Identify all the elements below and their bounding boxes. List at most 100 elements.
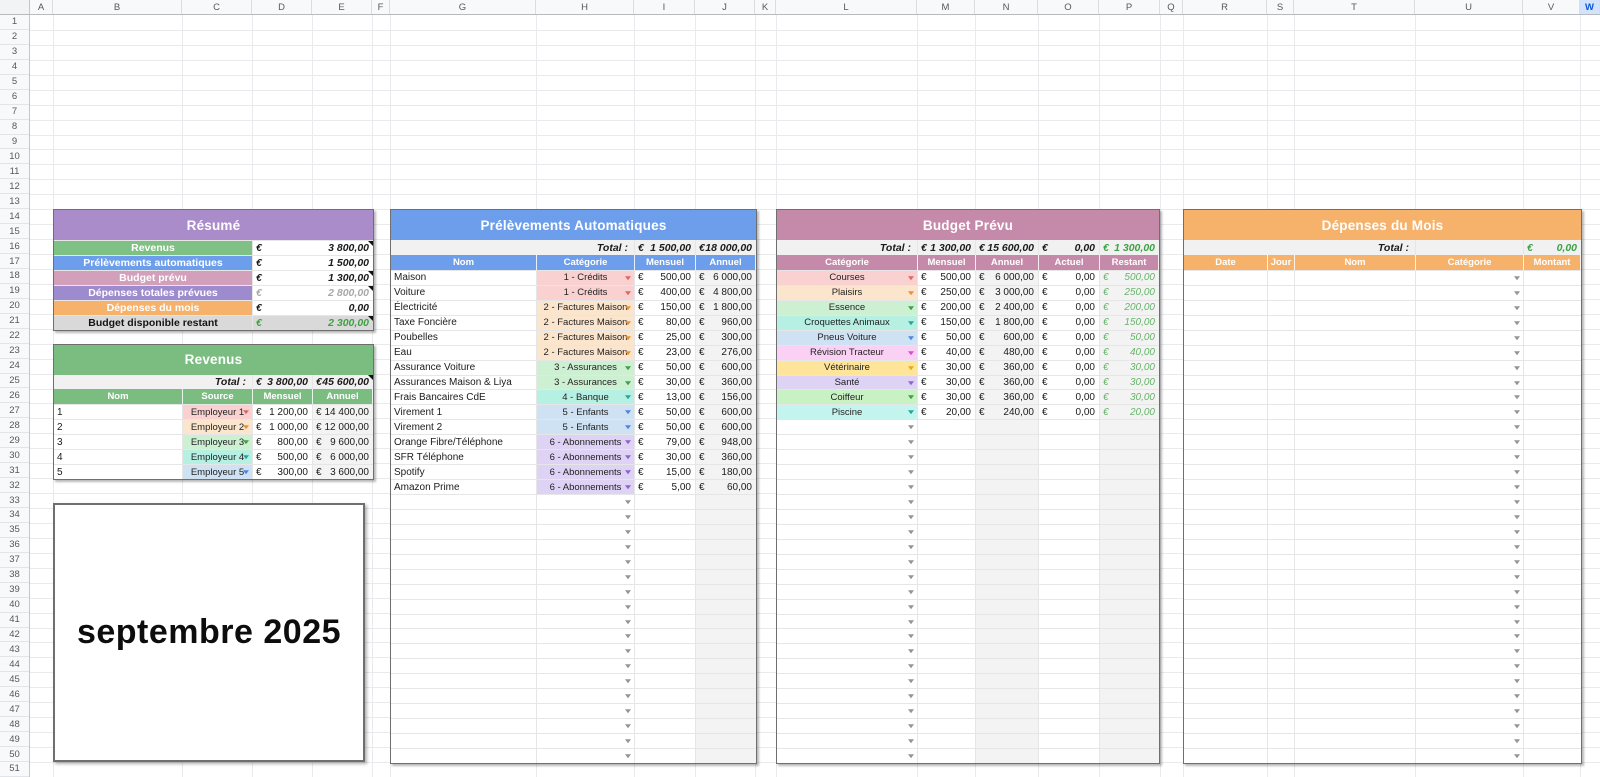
empty-cell[interactable] [1100,480,1159,495]
row-header-42[interactable]: 42 [0,628,29,643]
row-header-26[interactable]: 26 [0,389,29,404]
row-header-49[interactable]: 49 [0,732,29,748]
montant-cell[interactable] [1524,450,1581,464]
montant-cell[interactable] [1524,420,1581,434]
column-header-J[interactable]: J [695,0,755,14]
dropdown-arrow-icon[interactable] [1514,335,1520,340]
row-header-23[interactable]: 23 [0,344,29,359]
row-header-45[interactable]: 45 [0,672,29,688]
empty-cell[interactable] [391,539,537,554]
category-cell[interactable] [1416,480,1524,495]
dropdown-arrow-icon[interactable] [1514,425,1520,430]
annuel-cell[interactable]: €600,00 [696,360,756,375]
empty-cell[interactable] [391,719,537,734]
annuel-cell[interactable]: €6 000,00 [696,270,756,285]
nom-cell[interactable] [1295,644,1416,659]
date-cell[interactable] [1184,674,1268,689]
category-cell[interactable] [777,659,918,674]
row-header-51[interactable]: 51 [0,762,29,777]
annuel-cell[interactable]: €360,00 [976,360,1039,375]
jour-cell[interactable] [1268,390,1295,405]
date-cell[interactable] [1184,450,1268,465]
empty-cell[interactable] [1100,584,1159,599]
nom-cell[interactable] [1295,554,1416,569]
prelevement-nom[interactable]: Eau [391,345,537,360]
jour-cell[interactable] [1268,375,1295,390]
dropdown-arrow-icon[interactable] [625,470,631,475]
date-cell[interactable] [1184,704,1268,719]
category-cell[interactable] [537,689,635,704]
category-cell[interactable] [777,420,918,435]
dropdown-arrow-icon[interactable] [908,679,914,684]
empty-cell[interactable] [696,689,756,704]
empty-cell[interactable] [1039,584,1100,599]
prelevement-nom[interactable]: Assurances Maison & Liya [391,375,537,390]
date-cell[interactable] [1184,689,1268,704]
empty-cell[interactable] [1039,599,1100,614]
empty-cell[interactable] [1039,659,1100,674]
category-cell[interactable] [1416,659,1524,674]
empty-cell[interactable] [1039,704,1100,719]
category-cell[interactable]: 2 - Factures Maison [537,330,635,345]
dropdown-arrow-icon[interactable] [625,694,631,699]
nom-cell[interactable] [1295,285,1416,300]
nom-cell[interactable] [1295,405,1416,420]
nom-cell[interactable] [1295,524,1416,539]
empty-cell[interactable] [391,629,537,644]
total-annuel[interactable]: €18 000,00 [696,240,756,255]
empty-cell[interactable] [976,569,1039,584]
total-actuel[interactable]: €0,00 [1039,240,1100,256]
column-header-R[interactable]: R [1183,0,1267,14]
summary-label[interactable]: Dépenses totales prévues [54,285,253,300]
category-cell[interactable] [777,629,918,644]
total-mensuel[interactable]: €3 800,00 [253,374,313,390]
row-header-36[interactable]: 36 [0,538,29,553]
mensuel-cell[interactable]: €300,00 [253,465,313,480]
dropdown-arrow-icon[interactable] [908,410,914,415]
category-cell[interactable] [1416,285,1524,300]
dropdown-arrow-icon[interactable] [1514,724,1520,729]
montant-cell[interactable] [1524,376,1581,390]
empty-cell[interactable] [635,495,696,509]
empty-cell[interactable] [918,599,976,614]
mensuel-cell[interactable]: €30,00 [918,375,976,390]
dropdown-arrow-icon[interactable] [243,455,249,460]
category-cell[interactable] [1416,674,1524,689]
mensuel-cell[interactable]: €20,00 [918,405,976,420]
date-cell[interactable] [1184,465,1268,480]
category-cell[interactable] [1416,360,1524,375]
empty-cell[interactable] [1039,509,1100,524]
empty-cell[interactable] [918,569,976,584]
montant-cell[interactable] [1524,704,1581,718]
nom-cell[interactable] [1295,629,1416,644]
empty-cell[interactable] [1100,450,1159,465]
annuel-cell[interactable]: €4 800,00 [696,285,756,300]
empty-cell[interactable] [976,674,1039,689]
dropdown-arrow-icon[interactable] [625,649,631,654]
dropdown-arrow-icon[interactable] [625,395,631,400]
revenu-nom[interactable]: 5 [54,465,183,480]
total-restant[interactable]: €1 300,00 [1100,240,1159,255]
category-cell[interactable] [777,748,918,763]
dropdown-arrow-icon[interactable] [625,739,631,744]
empty-cell[interactable] [1100,599,1159,614]
category-cell[interactable] [777,554,918,569]
mensuel-cell[interactable]: €400,00 [635,285,696,300]
empty-cell[interactable] [976,420,1039,435]
row-header-27[interactable]: 27 [0,403,29,419]
dropdown-arrow-icon[interactable] [625,306,631,311]
category-cell[interactable] [537,644,635,659]
dropdown-arrow-icon[interactable] [243,440,249,445]
mensuel-cell[interactable]: €79,00 [635,435,696,450]
empty-cell[interactable] [391,599,537,614]
row-header-33[interactable]: 33 [0,493,29,509]
dropdown-arrow-icon[interactable] [625,455,631,460]
total-montant[interactable]: €0,00 [1524,240,1581,255]
empty-cell[interactable] [918,659,976,674]
montant-cell[interactable] [1524,570,1581,584]
category-cell[interactable]: 2 - Factures Maison [537,315,635,330]
row-header-46[interactable]: 46 [0,687,29,703]
source-cell[interactable]: Employeur 2 [183,420,253,435]
jour-cell[interactable] [1268,674,1295,689]
annuel-cell[interactable]: €180,00 [696,465,756,480]
